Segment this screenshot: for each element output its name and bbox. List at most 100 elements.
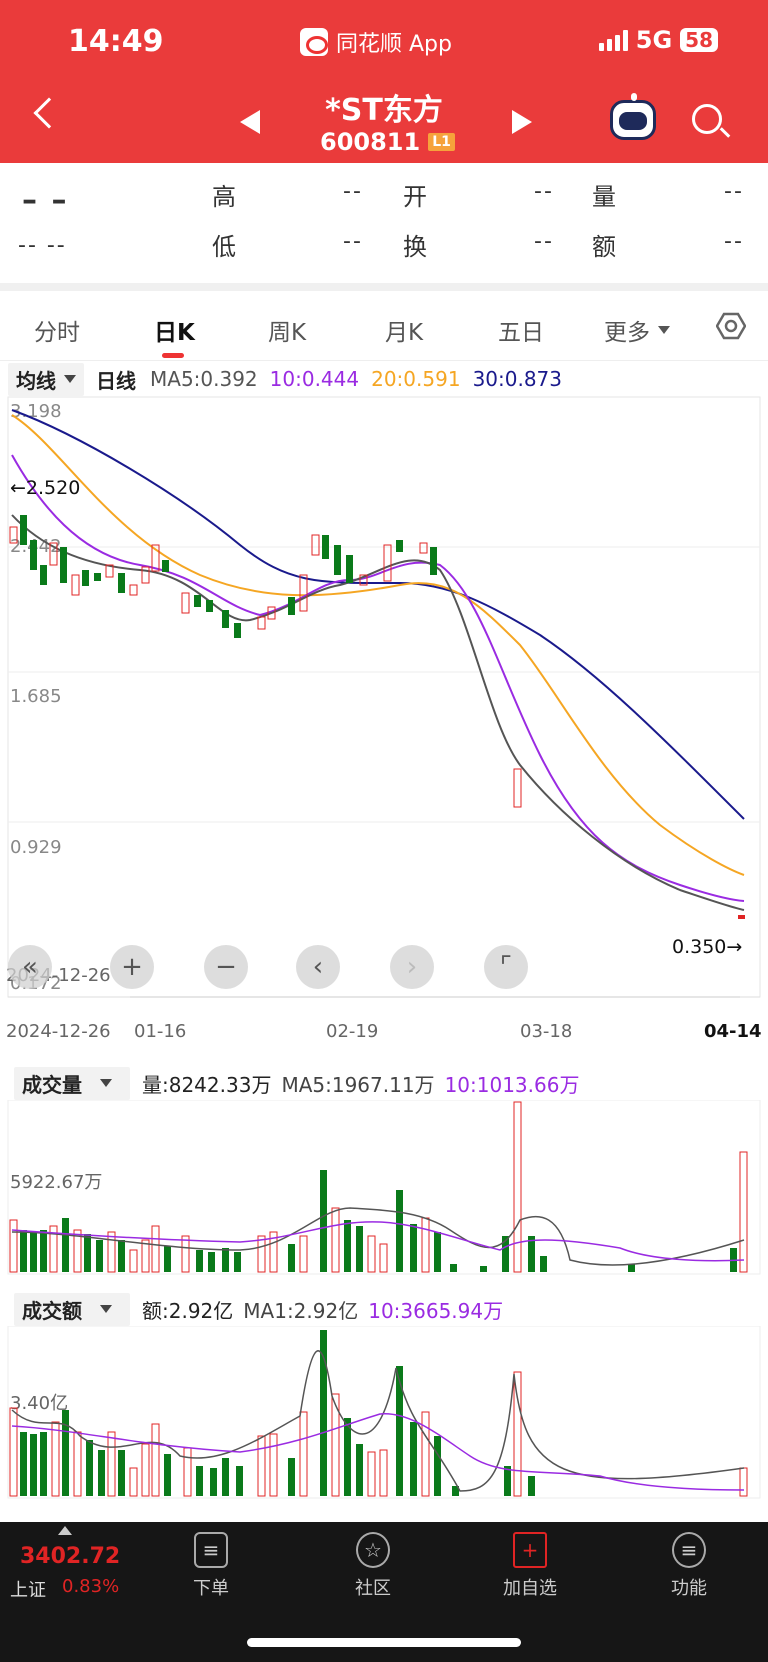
status-indicators: 5G 58	[598, 26, 718, 54]
status-time: 14:49	[68, 24, 164, 59]
tab-intraday[interactable]: 分时	[34, 313, 80, 347]
ma-legend: 均线 日线 MA5:0.392 10:0.444 20:0.591 30:0.8…	[0, 362, 768, 396]
amount-legend: 成交额 额:2.92亿 MA1:2.92亿 10:3665.94万	[0, 1292, 768, 1326]
chevron-down-icon	[64, 375, 76, 383]
volume-bars	[9, 1101, 748, 1273]
nav-community[interactable]: ☆ 社区	[342, 1522, 404, 1600]
x-axis-label-start: 2024-12-26	[6, 1021, 111, 1042]
app-header: 14:49 同花顺 App 5G 58 *ST东方 600811 L1	[0, 0, 768, 163]
tab-monthly-k[interactable]: 月K	[385, 313, 423, 347]
kline-frame	[7, 396, 761, 998]
volume-ma10: 10:1013.66万	[444, 1072, 580, 1097]
volume-selector[interactable]: 成交量	[14, 1066, 130, 1100]
settings-hex-icon[interactable]	[716, 311, 746, 341]
open-value: --	[534, 179, 554, 204]
turnover-value: --	[534, 229, 554, 254]
pan-left-icon[interactable]: ‹	[296, 945, 340, 989]
nav-add-watchlist-label: 加自选	[503, 1578, 557, 1599]
ma20-line	[11, 414, 745, 876]
chevron-down-icon	[100, 1305, 112, 1313]
nav-order[interactable]: ≡ 下单	[180, 1522, 242, 1600]
amount-selector-label: 成交额	[22, 1298, 82, 1323]
nav-functions[interactable]: ≡ 功能	[658, 1522, 720, 1600]
search-icon[interactable]	[692, 104, 722, 134]
min-price-marker: 0.350→	[672, 936, 742, 958]
tab-daily-k[interactable]: 日K	[154, 313, 195, 347]
amount-label: 额	[592, 233, 616, 261]
stock-code: 600811	[320, 128, 421, 156]
amount-value: --	[724, 229, 744, 254]
nav-order-label: 下单	[193, 1578, 229, 1599]
amount-value: 额:2.92亿	[142, 1298, 234, 1323]
index-up-icon	[58, 1526, 72, 1535]
high-label: 高	[212, 183, 236, 211]
volume-value: --	[724, 179, 744, 204]
network-label: 5G	[635, 26, 673, 54]
nav-functions-label: 功能	[671, 1578, 707, 1599]
index-value: 3402.72	[20, 1544, 121, 1569]
volume-chart[interactable]: 5922.67万	[0, 1100, 768, 1276]
robot-assistant-icon[interactable]	[610, 93, 656, 140]
open-label: 开	[403, 183, 427, 211]
chevron-down-icon	[100, 1079, 112, 1087]
x-axis-label-feb19: 02-19	[326, 1021, 379, 1042]
star-circle-icon: ☆	[356, 1532, 390, 1568]
zoom-out-icon[interactable]: −	[204, 945, 248, 989]
candlesticks	[9, 515, 745, 919]
home-indicator	[247, 1638, 521, 1647]
active-tab-indicator	[162, 353, 184, 358]
turnover-label: 换	[403, 233, 427, 261]
nav-add-watchlist[interactable]: + 加自选	[494, 1522, 566, 1600]
next-stock-icon[interactable]	[512, 110, 532, 134]
fullscreen-icon[interactable]: ⌜	[484, 945, 528, 989]
volume-ma5: MA5:1967.11万	[281, 1072, 435, 1097]
chevron-down-icon	[658, 326, 670, 334]
tab-more[interactable]: 更多	[604, 313, 670, 347]
amount-ma10: 10:3665.94万	[368, 1298, 504, 1323]
tab-more-label: 更多	[604, 320, 650, 346]
tab-weekly-k[interactable]: 周K	[268, 313, 306, 347]
ma10-value: 10:0.444	[269, 367, 360, 391]
max-price-marker: ←2.520	[10, 477, 80, 499]
volume-legend: 成交量 量:8242.33万 MA5:1967.11万 10:1013.66万	[0, 1066, 768, 1100]
ma5-value: MA5:0.392	[150, 367, 258, 391]
ma-period: 日线	[96, 368, 136, 393]
amount-bars	[9, 1330, 748, 1497]
nav-community-label: 社区	[355, 1578, 391, 1599]
quote-panel: – – -- -- 高 -- 低 -- 开 -- 换 -- 量 -- 额 --	[0, 163, 768, 283]
status-app-name: 同花顺 App	[300, 26, 452, 58]
low-label: 低	[212, 233, 236, 261]
battery-icon: 58	[680, 28, 718, 52]
index-name: 上证	[10, 1580, 46, 1601]
zoom-reset-icon[interactable]: «	[8, 945, 52, 989]
ma30-line	[11, 409, 745, 820]
volume-value: 量:8242.33万	[142, 1072, 272, 1097]
volume-label: 量	[592, 183, 616, 211]
amount-chart[interactable]: 3.40亿	[0, 1326, 768, 1500]
zoom-in-icon[interactable]: +	[110, 945, 154, 989]
ma20-value: 20:0.591	[371, 367, 461, 391]
ma30-value: 30:0.873	[472, 367, 563, 391]
ma-selector-label: 均线	[16, 368, 56, 393]
tab-five-day[interactable]: 五日	[498, 313, 544, 347]
change-value: -- --	[18, 233, 67, 258]
y-label-3: 0.929	[10, 837, 62, 858]
low-value: --	[343, 229, 363, 254]
amount-ma1: MA1:2.92亿	[243, 1298, 359, 1323]
amount-selector[interactable]: 成交额	[14, 1292, 130, 1326]
app-logo-icon	[300, 28, 328, 56]
document-icon: ≡	[194, 1532, 228, 1568]
status-app-label: 同花顺 App	[336, 32, 452, 57]
x-axis-label-mar18: 03-18	[520, 1021, 573, 1042]
x-axis-label-apr14: 04-14	[704, 1021, 762, 1042]
menu-circle-icon: ≡	[672, 1532, 706, 1568]
price-value: – –	[22, 183, 69, 218]
volume-y-label: 5922.67万	[10, 1172, 102, 1193]
amount-y-label: 3.40亿	[10, 1393, 68, 1414]
section-divider	[0, 283, 768, 291]
signal-icon	[598, 29, 628, 51]
pan-right-icon[interactable]: ›	[390, 945, 434, 989]
ma-selector[interactable]: 均线	[8, 362, 84, 396]
index-change: 0.83%	[62, 1576, 120, 1597]
level-badge: L1	[428, 133, 455, 151]
